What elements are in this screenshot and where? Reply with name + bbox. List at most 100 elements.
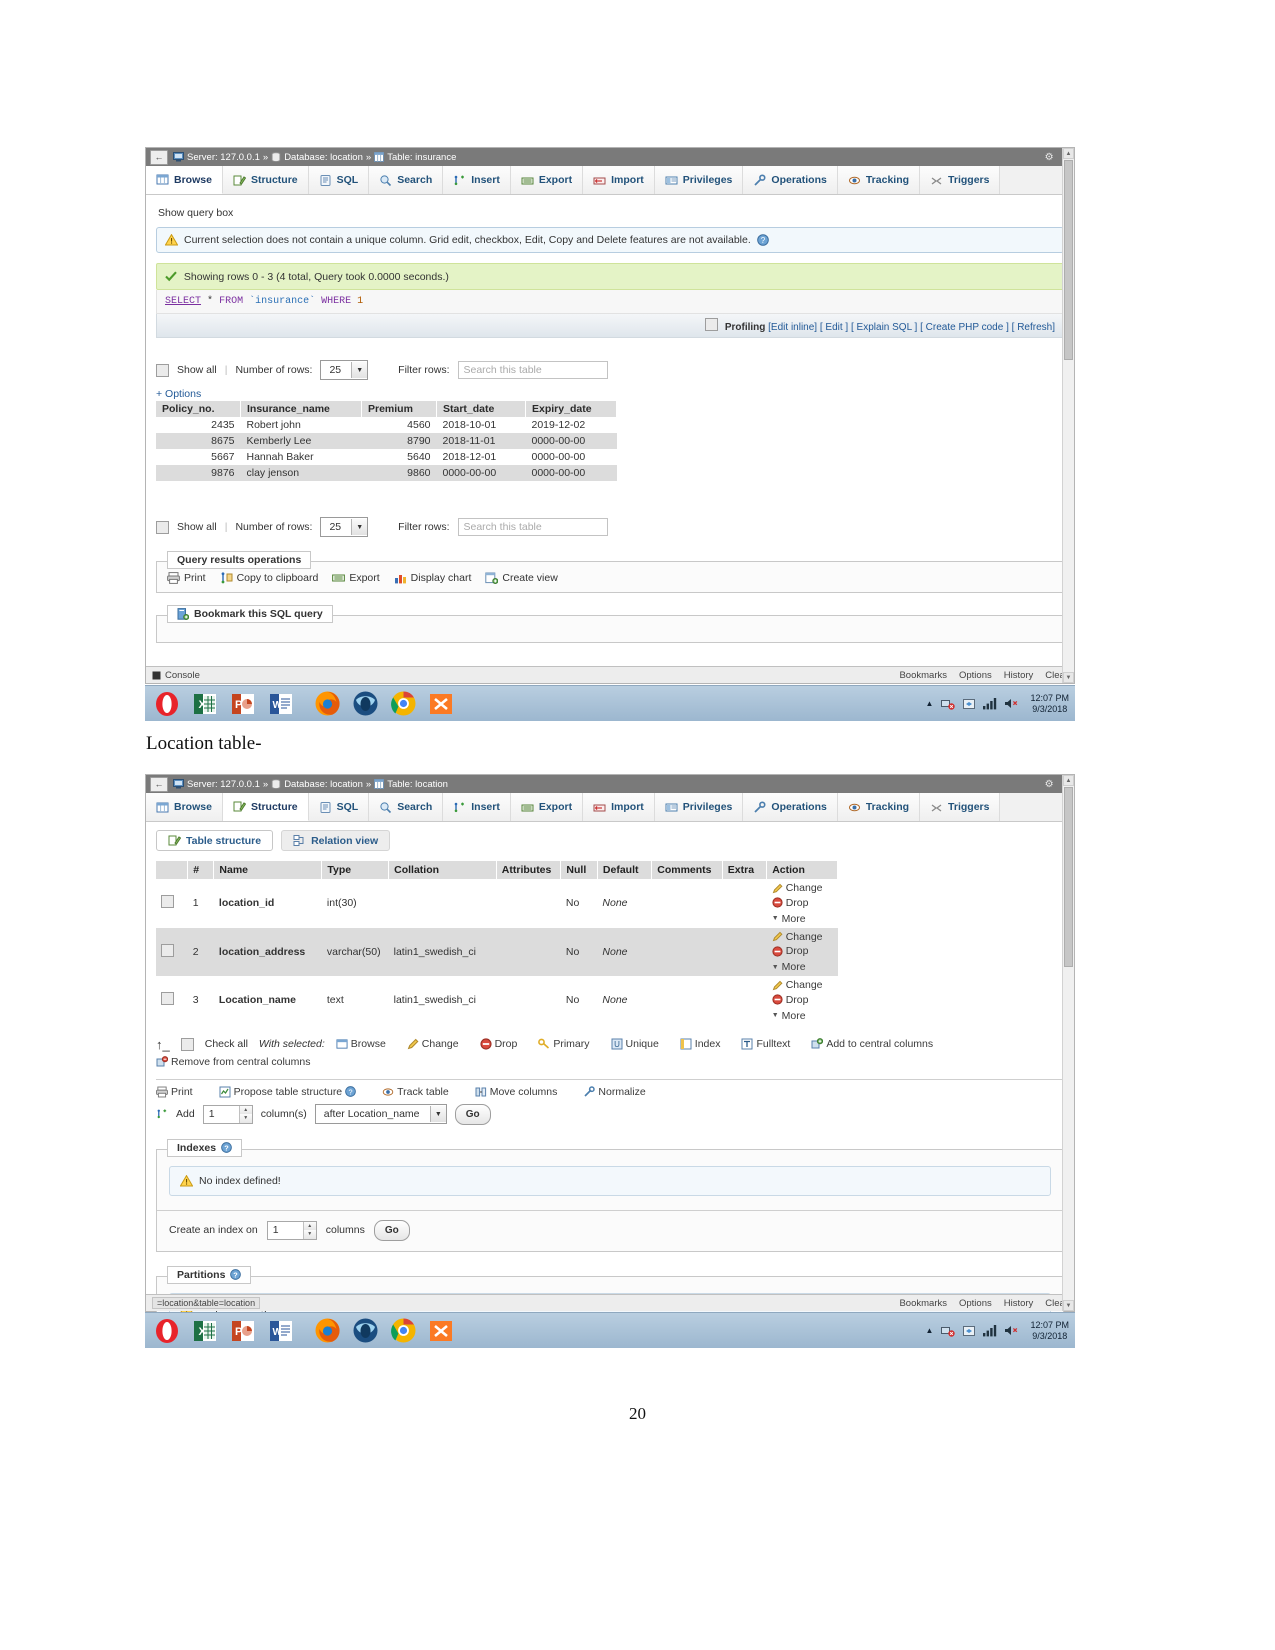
table-row[interactable]: 9876 clay jenson 9860 0000-00-00 0000-00… [156, 465, 617, 481]
stepper-down-icon[interactable]: ▼ [303, 1230, 316, 1239]
change-action[interactable]: Change [772, 882, 823, 894]
refresh-link[interactable]: [ Refresh] [1012, 322, 1055, 333]
check-all-checkbox[interactable] [180, 1037, 194, 1051]
signal-icon[interactable] [983, 697, 997, 710]
thunderbird-icon[interactable] [349, 1316, 381, 1346]
network-error-icon[interactable] [940, 1324, 956, 1338]
create-php-code-link[interactable]: [ Create PHP code ] [920, 322, 1009, 333]
tab-privileges[interactable]: Privileges [654, 166, 744, 194]
drop-action[interactable]: Drop [772, 897, 808, 909]
browse-selected-button[interactable]: Browse [336, 1038, 386, 1050]
copy-to-clipboard-button[interactable]: Copy to clipboard [220, 572, 318, 584]
create-index-count-stepper[interactable]: 1 ▲ ▼ [266, 1220, 317, 1240]
more-action[interactable]: ▼ More [772, 1010, 806, 1022]
add-go-button[interactable]: Go [454, 1103, 491, 1125]
signal-icon[interactable] [983, 1324, 997, 1337]
more-action[interactable]: ▼ More [772, 913, 806, 925]
col-policy-no[interactable]: Policy_no. [156, 401, 241, 417]
firefox-icon[interactable] [311, 1316, 343, 1346]
opera-icon[interactable] [151, 1316, 183, 1346]
help-icon[interactable]: ? [756, 234, 769, 246]
console-bookmarks-link[interactable]: Bookmarks [899, 670, 947, 681]
show-all-checkbox-bottom[interactable] [156, 520, 169, 534]
dropbox-icon[interactable] [962, 697, 976, 711]
console-history-link[interactable]: History [1004, 1298, 1034, 1309]
select-all-arrow-icon[interactable]: ↑_ [156, 1037, 170, 1052]
number-of-rows-select-top[interactable]: 25 ▼ [320, 360, 369, 380]
col-insurance-name[interactable]: Insurance_name [240, 401, 362, 417]
subtab-table-structure[interactable]: Table structure [156, 830, 274, 851]
back-arrow-icon[interactable]: ← [150, 776, 168, 792]
show-query-box-link[interactable]: Show query box [156, 203, 1064, 227]
table-row[interactable]: 2435 Robert john 4560 2018-10-01 2019-12… [156, 417, 617, 433]
word-icon[interactable]: W [265, 1316, 297, 1346]
tab-triggers[interactable]: Triggers [920, 166, 1001, 194]
dropbox-icon[interactable] [962, 1324, 976, 1338]
bookmark-this-sql-query-button[interactable]: Bookmark this SQL query [167, 605, 333, 623]
firefox-icon[interactable] [311, 689, 343, 719]
col-expiry-date[interactable]: Expiry_date [525, 401, 617, 417]
tab-browse[interactable]: Browse [146, 793, 223, 821]
subtab-relation-view[interactable]: Relation view [281, 830, 391, 851]
primary-button[interactable]: Primary [538, 1038, 590, 1050]
add-position-select[interactable]: after Location_name ▼ [314, 1104, 447, 1124]
scroll-up-arrow-icon[interactable]: ▲ [1063, 775, 1074, 786]
export-button[interactable]: Export [332, 572, 380, 584]
settings-gear-icon[interactable]: ⚙ [1045, 779, 1054, 790]
edit-link[interactable]: [ Edit ] [820, 322, 848, 333]
tab-structure[interactable]: Structure [222, 793, 309, 821]
filter-rows-input-top[interactable]: Search this table [457, 361, 608, 379]
filter-rows-input-bottom[interactable]: Search this table [457, 518, 608, 536]
change-action[interactable]: Change [772, 931, 823, 943]
console-options-link[interactable]: Options [959, 1298, 992, 1309]
tab-insert[interactable]: Insert [443, 166, 511, 194]
help-icon[interactable]: ? [230, 1269, 242, 1280]
drop-selected-button[interactable]: Drop [480, 1038, 517, 1050]
volume-mute-icon[interactable] [1004, 697, 1019, 710]
tab-browse[interactable]: Browse [146, 166, 223, 194]
tab-search[interactable]: Search [369, 166, 444, 194]
tab-import[interactable]: Import [583, 166, 655, 194]
scroll-down-arrow-icon[interactable]: ▼ [1063, 1300, 1074, 1311]
change-action[interactable]: Change [772, 979, 823, 991]
tab-export[interactable]: Export [510, 166, 584, 194]
scrollbar-thumb[interactable] [1064, 787, 1073, 967]
create-view-button[interactable]: Create view [485, 572, 558, 584]
normalize-button[interactable]: Normalize [583, 1086, 646, 1098]
console-options-link[interactable]: Options [959, 670, 992, 681]
taskbar-clock[interactable]: 12:07 PM 9/3/2018 [1026, 693, 1069, 715]
drop-action[interactable]: Drop [772, 945, 808, 957]
stepper-up-icon[interactable]: ▲ [239, 1105, 252, 1114]
stepper-down-icon[interactable]: ▼ [239, 1114, 252, 1123]
tab-search[interactable]: Search [369, 793, 444, 821]
col-start-date[interactable]: Start_date [436, 401, 526, 417]
back-arrow-icon[interactable]: ← [150, 149, 168, 165]
chrome-icon[interactable] [387, 689, 419, 719]
help-icon[interactable]: ? [345, 1086, 356, 1097]
tab-import[interactable]: Import [583, 793, 655, 821]
table-row[interactable]: 5667 Hannah Baker 5640 2018-12-01 0000-0… [156, 449, 617, 465]
help-icon[interactable]: ? [221, 1142, 232, 1153]
tab-export[interactable]: Export [510, 793, 584, 821]
tab-sql[interactable]: SQL [308, 166, 370, 194]
show-all-checkbox-top[interactable] [156, 363, 169, 377]
table-row[interactable]: 2 location_address varchar(50) latin1_sw… [156, 927, 838, 976]
unique-button[interactable]: U Unique [611, 1038, 659, 1050]
row-checkbox[interactable] [161, 895, 174, 909]
tab-operations[interactable]: Operations [743, 793, 838, 821]
options-link[interactable]: + Options [156, 386, 1064, 401]
opera-icon[interactable] [151, 689, 183, 719]
move-columns-button[interactable]: Move columns [475, 1086, 557, 1098]
thunderbird-icon[interactable] [349, 689, 381, 719]
remove-from-central-columns-button[interactable]: Remove from central columns [156, 1056, 310, 1068]
print-button[interactable]: Print [156, 1086, 193, 1098]
tab-privileges[interactable]: Privileges [654, 793, 744, 821]
add-column-count-stepper[interactable]: 1 ▲ ▼ [202, 1104, 253, 1124]
scroll-up-arrow-icon[interactable]: ▲ [1063, 148, 1074, 159]
excel-icon[interactable]: X [189, 1316, 221, 1346]
row-checkbox[interactable] [161, 943, 174, 957]
table-row[interactable]: 1 location_id int(30) No None Change Dro… [156, 879, 838, 928]
stepper-up-icon[interactable]: ▲ [303, 1221, 316, 1230]
xampp-icon[interactable] [425, 689, 457, 719]
word-icon[interactable]: W [265, 689, 297, 719]
